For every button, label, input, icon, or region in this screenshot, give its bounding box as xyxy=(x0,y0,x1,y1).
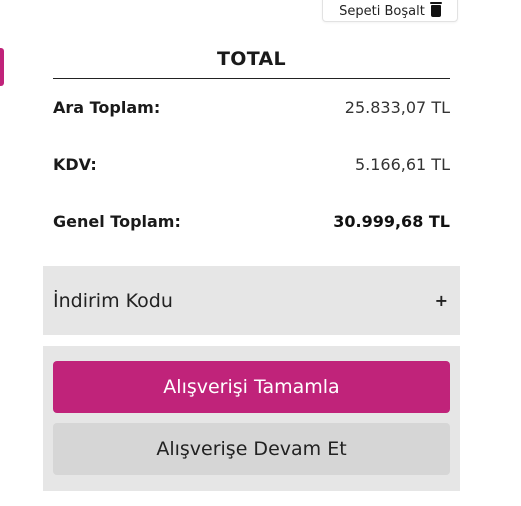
side-accent-tab[interactable] xyxy=(0,48,4,86)
subtotal-row: Ara Toplam: 25.833,07 TL xyxy=(53,79,450,136)
subtotal-label: Ara Toplam: xyxy=(53,98,161,117)
empty-cart-button[interactable]: Sepeti Boşalt xyxy=(322,0,458,22)
vat-value: 5.166,61 TL xyxy=(354,155,450,174)
cart-actions: Alışverişi Tamamla Alışverişe Devam Et xyxy=(43,346,460,491)
trash-icon xyxy=(429,2,442,17)
vat-row: KDV: 5.166,61 TL xyxy=(53,136,450,193)
empty-cart-label: Sepeti Boşalt xyxy=(339,3,425,19)
vat-label: KDV: xyxy=(53,155,97,174)
grand-total-value: 30.999,68 TL xyxy=(333,212,450,231)
grand-total-row: Genel Toplam: 30.999,68 TL xyxy=(53,193,450,250)
discount-code-label: İndirim Kodu xyxy=(53,289,173,312)
summary-title: TOTAL xyxy=(53,48,450,79)
grand-total-label: Genel Toplam: xyxy=(53,212,181,231)
cart-summary-page: Sepeti Boşalt TOTAL Ara Toplam: 25.833,0… xyxy=(0,0,521,506)
continue-shopping-button[interactable]: Alışverişe Devam Et xyxy=(53,423,450,475)
plus-icon[interactable]: + xyxy=(435,291,448,310)
checkout-button[interactable]: Alışverişi Tamamla xyxy=(53,361,450,413)
summary-rows: Ara Toplam: 25.833,07 TL KDV: 5.166,61 T… xyxy=(53,79,450,250)
order-summary: TOTAL Ara Toplam: 25.833,07 TL KDV: 5.16… xyxy=(53,48,450,250)
discount-code-toggle[interactable]: İndirim Kodu + xyxy=(43,266,460,335)
subtotal-value: 25.833,07 TL xyxy=(344,98,450,117)
